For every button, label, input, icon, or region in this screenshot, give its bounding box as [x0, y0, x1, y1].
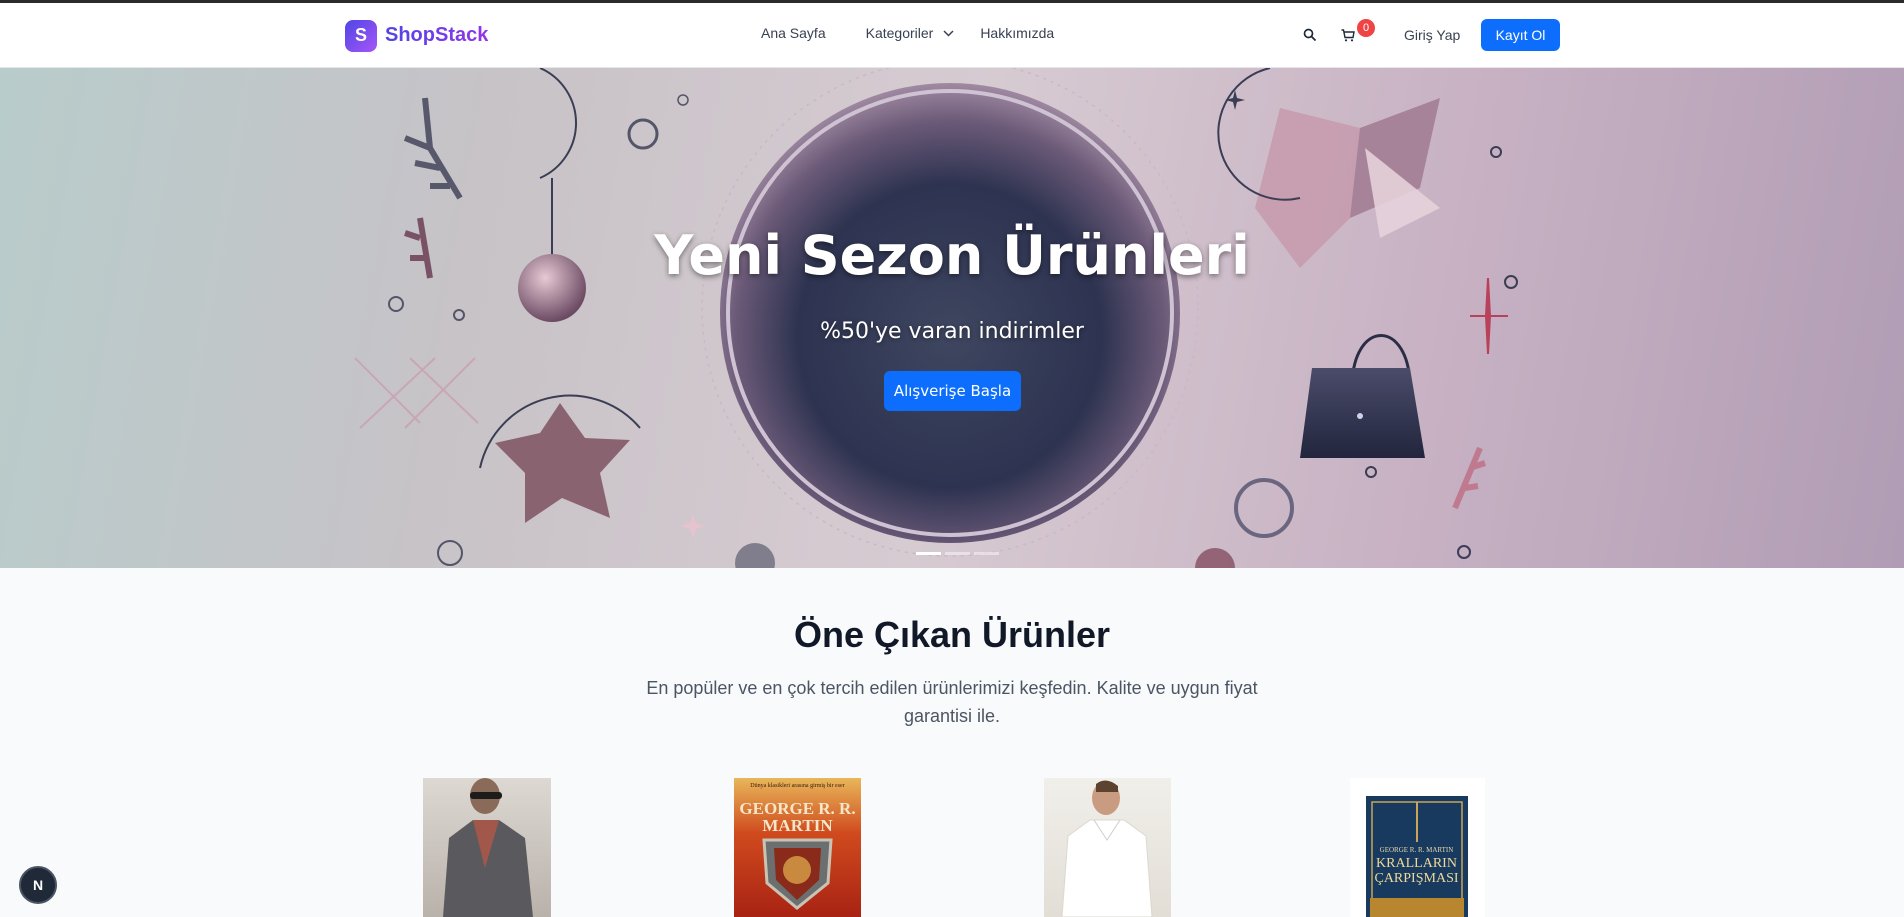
cart-icon[interactable]	[1338, 26, 1358, 44]
main-nav: Ana Sayfa Kategoriler Hakkımızda	[761, 25, 1054, 41]
nav-categories-label: Kategoriler	[865, 25, 934, 41]
product-photo-shirt	[1061, 780, 1153, 917]
nextjs-dev-indicator[interactable]: N	[19, 866, 57, 904]
cart-count-badge: 0	[1357, 19, 1375, 37]
search-icon[interactable]	[1296, 26, 1324, 44]
featured-products-description: En popüler ve en çok tercih edilen ürünl…	[646, 678, 1258, 726]
shop-now-button[interactable]: Alışverişe Başla	[884, 371, 1021, 411]
book-2-author: GEORGE R. R. MARTIN	[1379, 846, 1454, 854]
carousel-dot-3[interactable]	[974, 552, 999, 555]
navbar: S ShopStack Ana Sayfa Kategoriler Hakkım…	[0, 3, 1904, 68]
login-link[interactable]: Giriş Yap	[1404, 27, 1460, 43]
brand-logo[interactable]: S ShopStack	[345, 19, 488, 52]
header-actions: 0 Giriş Yap Kayıt Ol	[1296, 18, 1560, 52]
nav-link-home[interactable]: Ana Sayfa	[761, 25, 826, 41]
chevron-down-icon	[943, 29, 954, 37]
hero-title: Yeni Sezon Ürünleri	[654, 224, 1250, 287]
product-card-jacket-image[interactable]	[423, 778, 551, 917]
product-photo-jacket	[443, 778, 533, 917]
register-button[interactable]: Kayıt Ol	[1481, 19, 1560, 51]
carousel-indicators	[916, 552, 1003, 555]
hero-carousel: Yeni Sezon Ürünleri %50'ye varan indirim…	[0, 68, 1904, 568]
hero-background-illustration	[354, 68, 1518, 568]
product-card-shirt-image[interactable]	[1044, 778, 1171, 917]
product-card-book-1-image[interactable]: Dünya klasikleri arasına girmiş bir eser…	[734, 778, 861, 917]
carousel-dot-2[interactable]	[945, 552, 970, 555]
brand-name: ShopStack	[385, 24, 489, 46]
hero-subtitle: %50'ye varan indirimler	[820, 319, 1084, 344]
carousel-dot-1[interactable]	[916, 552, 941, 555]
book-2-title: KRALLARIN ÇARPIŞMASI	[1374, 856, 1459, 886]
nav-categories-dropdown[interactable]: Kategoriler	[866, 25, 955, 41]
book-cover-tagline: Dünya klasikleri arasına girmiş bir eser	[750, 783, 845, 789]
book-cover-author: GEORGE R. R. MARTIN	[739, 799, 856, 835]
product-card-book-2-image[interactable]: GEORGE R. R. MARTIN KRALLARIN ÇARPIŞMASI	[1350, 778, 1485, 917]
logo-mark: S	[345, 19, 377, 52]
nav-link-about[interactable]: Hakkımızda	[980, 25, 1054, 41]
featured-products-title: Öne Çıkan Ürünler	[793, 614, 1111, 655]
